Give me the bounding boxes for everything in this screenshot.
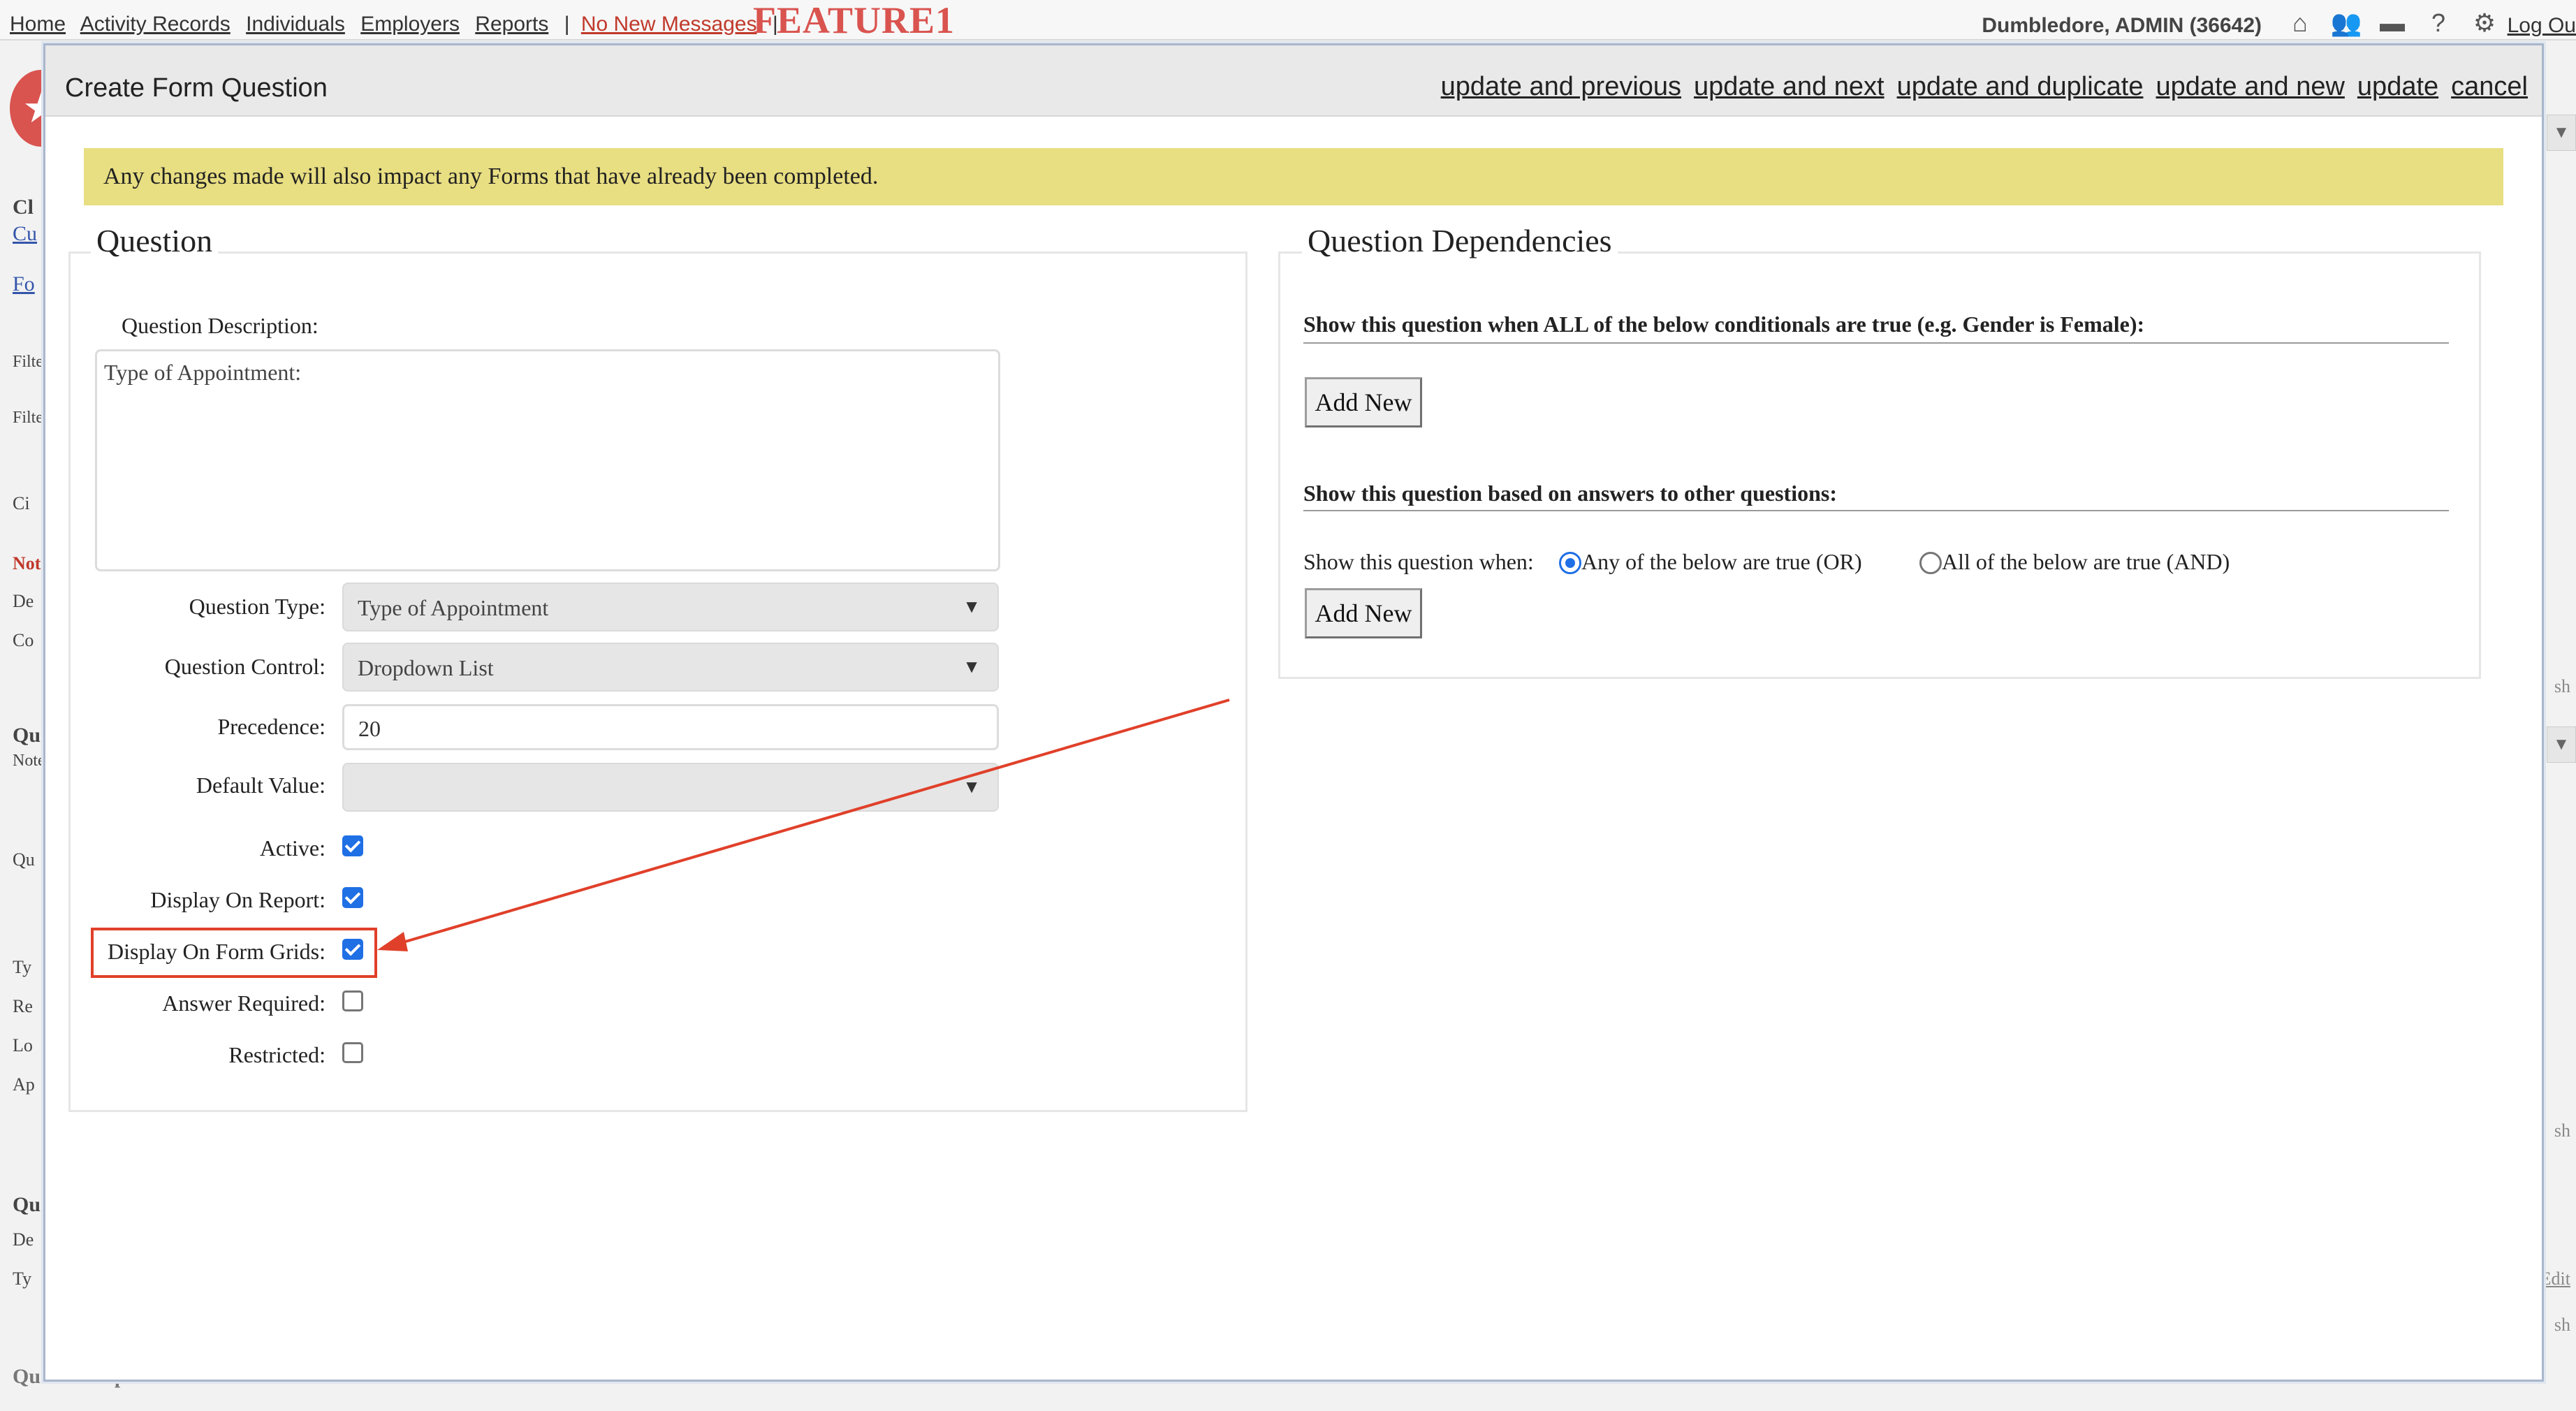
bg-fragment: Note <box>13 752 45 770</box>
update-link[interactable]: update <box>2357 72 2438 102</box>
divider <box>1303 510 2449 511</box>
annotation-highlight-box <box>91 928 377 978</box>
add-new-conditional-button[interactable]: Add New <box>1305 377 1422 427</box>
show-when-label: Show this question when: <box>1303 549 1534 574</box>
restricted-label: Restricted: <box>228 1042 325 1067</box>
bg-fragment: Fo <box>13 272 35 295</box>
question-dependencies-legend: Question Dependencies <box>1302 222 1618 259</box>
users-icon[interactable]: 👥 <box>2331 8 2362 38</box>
question-type-label: Question Type: <box>189 594 325 619</box>
nav-separator: | <box>564 13 570 36</box>
any-true-radio[interactable] <box>1559 552 1581 574</box>
update-and-new-link[interactable]: update and new <box>2156 72 2344 102</box>
all-conditionals-heading: Show this question when ALL of the below… <box>1303 312 2145 337</box>
nav-link-activity-records[interactable]: Activity Records <box>80 13 230 36</box>
bg-fragment: Ci <box>13 493 30 513</box>
any-true-radio-label[interactable]: Any of the below are true (OR) <box>1581 549 1862 575</box>
dialog-header: Create Form Question update and previous… <box>45 45 2542 117</box>
display-on-report-label: Display On Report: <box>150 887 325 912</box>
update-and-duplicate-link[interactable]: update and duplicate <box>1897 72 2144 102</box>
current-user-label: Dumbledore, ADMIN (36642) <box>1982 14 2262 37</box>
update-and-next-link[interactable]: update and next <box>1694 72 1885 102</box>
header-icons: ⌂ 👥 ▬ ? ⚙ <box>2285 8 2499 38</box>
bg-dropdown-caret-icon: ▼ <box>2547 726 2576 763</box>
bg-fragment: Lo <box>13 1035 33 1055</box>
all-true-radio[interactable] <box>1919 552 1942 574</box>
divider <box>1303 342 2449 344</box>
bg-fragment: Edit <box>2540 1269 2570 1289</box>
feature-label: FEATURE1 <box>753 0 956 41</box>
cancel-link[interactable]: cancel <box>2451 72 2528 102</box>
question-control-label: Question Control: <box>164 654 325 679</box>
bg-fragment: Co <box>13 630 34 650</box>
question-panel-legend: Question <box>91 222 219 259</box>
bg-fragment: De <box>13 1229 34 1250</box>
impact-notice-text: Any changes made will also impact any Fo… <box>103 163 879 189</box>
question-type-select[interactable]: Type of Appointment ▼ <box>342 583 999 631</box>
bg-fragment: Ty <box>13 1269 32 1289</box>
home-icon[interactable]: ⌂ <box>2285 8 2315 38</box>
question-description-textarea[interactable]: Type of Appointment: <box>95 349 1000 571</box>
bg-dropdown-caret-icon: ▼ <box>2547 115 2576 151</box>
help-icon[interactable]: ? <box>2424 8 2453 38</box>
dialog-title: Create Form Question <box>65 73 328 103</box>
bg-fragment: Ap <box>13 1074 35 1095</box>
logout-link[interactable]: Log Ou <box>2508 14 2576 38</box>
answer-required-checkbox[interactable] <box>342 990 363 1011</box>
briefcase-icon[interactable]: ▬ <box>2378 8 2407 38</box>
question-control-value: Dropdown List <box>358 655 494 680</box>
bg-fragment: Cu <box>13 222 38 245</box>
restricted-checkbox[interactable] <box>342 1042 363 1063</box>
bg-fragment: sh <box>2554 1315 2570 1335</box>
bg-fragment: Ty <box>13 957 32 977</box>
answer-required-label: Answer Required: <box>162 990 325 1016</box>
chevron-down-icon: ▼ <box>963 657 981 677</box>
default-value-label: Default Value: <box>196 773 325 798</box>
answers-heading: Show this question based on answers to o… <box>1303 481 1837 506</box>
chevron-down-icon: ▼ <box>963 777 981 797</box>
question-type-value: Type of Appointment <box>358 595 549 620</box>
app-root: Home Activity Records Individuals Employ… <box>0 0 2576 1411</box>
precedence-label: Precedence: <box>217 714 325 739</box>
nav-link-reports[interactable]: Reports <box>475 13 548 36</box>
active-label: Active: <box>259 835 325 861</box>
active-checkbox[interactable] <box>342 835 363 856</box>
precedence-input[interactable]: 20 <box>342 704 999 750</box>
nav-link-individuals[interactable]: Individuals <box>246 13 345 36</box>
gear-icon[interactable]: ⚙ <box>2470 8 2499 38</box>
bg-fragment: Re <box>13 996 33 1016</box>
bg-fragment: Cl <box>13 196 34 219</box>
default-value-select[interactable]: ▼ <box>342 763 999 812</box>
dialog-actions: update and previous update and next upda… <box>1441 72 2528 102</box>
nav-link-employers[interactable]: Employers <box>360 13 460 36</box>
add-new-answer-dependency-button[interactable]: Add New <box>1305 588 1422 638</box>
chevron-down-icon: ▼ <box>963 597 981 617</box>
all-true-radio-label[interactable]: All of the below are true (AND) <box>1942 549 2230 575</box>
bg-fragment: De <box>13 591 34 611</box>
nav-link-home[interactable]: Home <box>10 13 66 36</box>
bg-fragment: Qu <box>13 849 35 870</box>
bg-fragment: sh <box>2554 676 2570 696</box>
impact-notice-banner: Any changes made will also impact any Fo… <box>84 148 2503 205</box>
bg-fragment: sh <box>2554 1120 2570 1141</box>
top-navigation-bar: Home Activity Records Individuals Employ… <box>0 0 2576 41</box>
nav-links: Home Activity Records Individuals Employ… <box>10 13 788 36</box>
display-on-report-checkbox[interactable] <box>342 887 363 908</box>
question-control-select[interactable]: Dropdown List ▼ <box>342 643 999 692</box>
messages-link[interactable]: No New Messages <box>581 13 757 36</box>
question-description-label: Question Description: <box>122 313 319 338</box>
update-and-previous-link[interactable]: update and previous <box>1441 72 1681 102</box>
